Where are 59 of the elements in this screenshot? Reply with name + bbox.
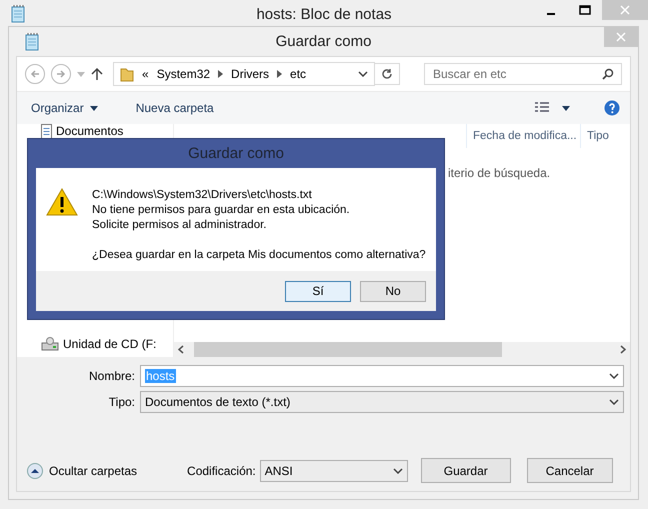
notepad-icon [10,5,26,23]
new-folder-button[interactable]: Nueva carpeta [132,99,218,117]
breadcrumb[interactable]: etc [290,67,306,81]
address-bar[interactable]: « System32 Drivers etc [113,62,375,86]
chevron-right-icon[interactable] [218,70,224,78]
chevron-down-icon [358,71,368,77]
notepad-icon [24,33,40,51]
yes-button[interactable]: Sí [285,280,351,302]
scrollbar-thumb[interactable] [194,342,502,357]
encoding-dropdown[interactable]: ANSI [260,460,408,482]
help-icon[interactable] [604,100,620,116]
collapse-icon [27,462,43,478]
close-icon [616,32,626,42]
scroll-left-icon[interactable] [178,345,184,354]
file-type-dropdown[interactable]: Documentos de texto (*.txt) [140,391,624,413]
caret-icon [90,106,98,110]
nav-item[interactable]: Unidad de CD (F: [63,338,156,350]
close-icon [620,5,630,15]
cancel-button[interactable]: Cancelar [526,458,613,483]
breadcrumb-overflow[interactable]: « [142,67,149,81]
hide-folders-button[interactable]: Ocultar carpetas [27,462,138,478]
breadcrumb[interactable]: Drivers [231,67,270,81]
save-button[interactable]: Guardar [420,458,511,483]
search-icon [602,68,614,80]
dialog-title: Guardar como [188,145,284,162]
chevron-down-icon [609,399,619,405]
forward-arrow-icon [56,69,66,79]
maximize-icon [579,5,591,15]
refresh-icon [381,68,393,80]
breadcrumb[interactable]: System32 [156,67,210,81]
message-text: No tiene permisos para guardar en esta ubicación. [92,203,351,218]
minimize-icon [547,13,555,15]
up-arrow-icon[interactable] [91,67,103,81]
field-label: Codificación: [187,464,256,478]
field-label: Tipo: [108,395,136,409]
folder-icon [120,66,134,82]
search-field[interactable]: Buscar en etc [424,63,622,85]
warning-icon [46,188,78,216]
chevron-down-icon [609,373,619,379]
caret-icon[interactable] [562,106,570,110]
no-button[interactable]: No [360,280,426,302]
column-header[interactable]: Tipo [580,124,630,148]
drive-icon [41,337,59,351]
column-header[interactable]: Fecha de modifica... [466,124,580,148]
field-label: Nombre: [88,369,136,383]
chevron-down-icon [392,468,403,474]
window-title: hosts: Bloc de notas [256,6,392,22]
nav-item[interactable]: Documentos [56,125,124,138]
message-text: Solicite permisos al administrador. [92,218,268,233]
refresh-button[interactable] [374,63,400,85]
dialog-title: Guardar como [276,33,372,50]
message-text: C:\Windows\System32\Drivers\etc\hosts.txt [92,188,313,203]
empty-message: iterio de búsqueda. [448,166,552,180]
back-arrow-icon [30,69,40,79]
chevron-right-icon[interactable] [277,70,282,78]
organize-menu[interactable]: Organizar [27,99,102,117]
scroll-right-icon[interactable] [620,345,626,354]
question-text: ¿Desea guardar en la carpeta Mis documentos como alternativa? [92,248,426,263]
view-options-icon[interactable] [534,101,550,115]
